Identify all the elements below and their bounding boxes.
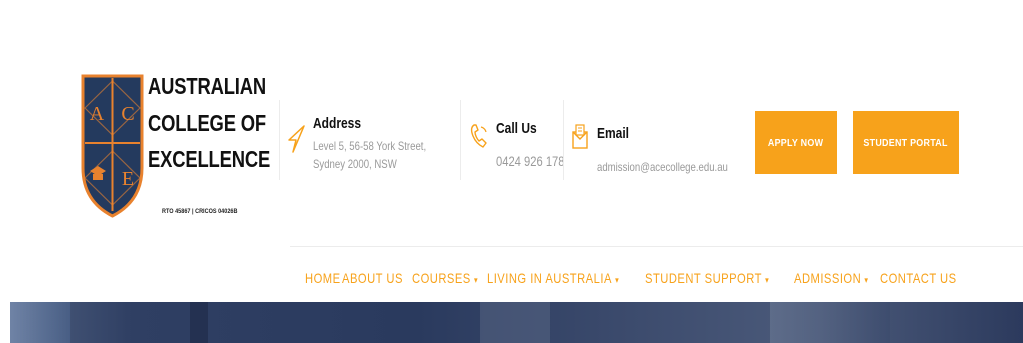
- shield-icon: A C E: [81, 74, 144, 218]
- nav-item-about-us[interactable]: ABOUT US: [342, 270, 403, 286]
- address-text: Level 5, 56-58 York Street, Sydney 2000,…: [313, 139, 427, 171]
- nav-item-home[interactable]: HOME: [305, 270, 341, 286]
- nav-item-label: ABOUT US: [342, 270, 404, 286]
- nav-item-student-support[interactable]: STUDENT SUPPORT ▾: [645, 270, 769, 286]
- main-nav: HOME ABOUT US COURSES ▾ LIVING IN AUSTRAL…: [305, 270, 957, 286]
- email-title: Email: [597, 125, 630, 142]
- nav-item-courses[interactable]: COURSES ▾: [412, 270, 478, 286]
- student-portal-label: STUDENT PORTAL: [863, 136, 949, 149]
- caret-down-icon: ▾: [765, 275, 770, 285]
- apply-now-label: APPLY NOW: [768, 136, 824, 149]
- nav-item-label: ADMISSION: [793, 270, 861, 286]
- nav-item-label: CONTACT US: [879, 270, 957, 286]
- divider: [563, 100, 564, 180]
- nav-item-admission[interactable]: ADMISSION ▾: [794, 270, 868, 286]
- logo-letter-c: C: [121, 103, 134, 125]
- college-name-line1: AUSTRALIAN: [148, 73, 266, 99]
- college-name-line3: EXCELLENCE: [148, 146, 271, 172]
- caret-down-icon: ▾: [615, 275, 620, 285]
- navigation-arrow-icon: [287, 124, 307, 159]
- address-title: Address: [313, 115, 362, 132]
- envelope-icon: [571, 122, 589, 157]
- address-block: Address Level 5, 56-58 York Street, Sydn…: [287, 110, 452, 185]
- rto-cricos-code: RTO 45867 | CRICOS 04026B: [162, 208, 238, 215]
- nav-item-living-in-australia[interactable]: LIVING IN AUSTRALIA ▾: [487, 270, 619, 286]
- caret-down-icon: ▾: [473, 275, 478, 285]
- nav-item-label: STUDENT SUPPORT: [645, 270, 763, 286]
- nav-item-label: HOME: [305, 270, 341, 286]
- nav-item-contact-us[interactable]: CONTACT US: [880, 270, 957, 286]
- apply-now-button[interactable]: APPLY NOW: [755, 111, 837, 174]
- header-divider: [290, 246, 1023, 247]
- college-name[interactable]: AUSTRALIAN COLLEGE OF EXCELLENCE: [148, 72, 271, 173]
- phone-number[interactable]: 0424 926 178: [496, 152, 565, 170]
- student-portal-button[interactable]: STUDENT PORTAL: [853, 111, 959, 174]
- hero-banner-image: [10, 302, 1023, 343]
- nav-item-label: LIVING IN AUSTRALIA: [487, 270, 612, 286]
- divider: [279, 100, 280, 180]
- nav-item-label: COURSES: [411, 270, 471, 286]
- email-block[interactable]: Email admission@acecollege.edu.au: [571, 110, 731, 185]
- email-address[interactable]: admission@acecollege.edu.au: [597, 158, 728, 176]
- college-name-line2: COLLEGE OF: [148, 110, 267, 136]
- college-logo[interactable]: A C E: [80, 73, 145, 219]
- logo-letter-e: E: [122, 168, 134, 190]
- phone-icon: [470, 123, 488, 154]
- phone-block[interactable]: Call Us 0424 926 178: [470, 110, 565, 185]
- logo-letter-a: A: [90, 103, 105, 125]
- divider: [460, 100, 461, 180]
- phone-title: Call Us: [496, 120, 537, 137]
- caret-down-icon: ▾: [864, 275, 869, 285]
